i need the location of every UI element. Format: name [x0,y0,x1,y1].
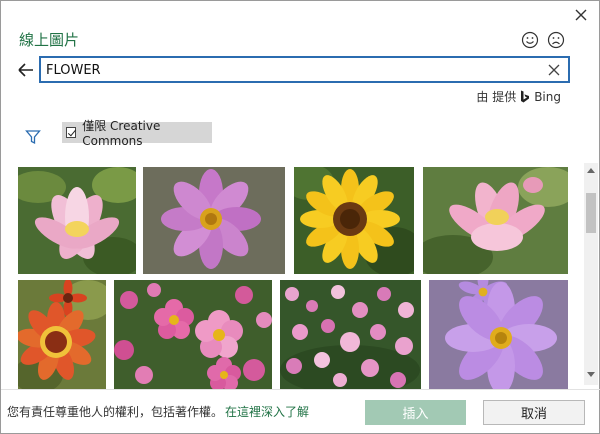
close-button[interactable] [569,4,593,26]
results-scrollbar[interactable] [584,163,598,385]
arrow-left-icon[interactable] [15,59,37,81]
creative-commons-label: 僅限 Creative Commons [82,119,161,148]
provider-prefix: 由 提供 [476,90,517,104]
frown-icon[interactable] [547,31,565,49]
result-image-gaillardia[interactable] [18,280,106,389]
search-input[interactable] [46,60,536,80]
result-image-lotus-1[interactable] [18,167,136,274]
learn-more-link[interactable]: 在這裡深入了解 [225,403,309,420]
copyright-notice: 您有責任尊重他人的權利，包括著作權。 [7,405,224,419]
result-image-cosmos-3[interactable] [280,280,421,389]
bing-logo-icon [521,90,530,103]
online-pictures-dialog: 線上圖片 由 提供 Bing 僅限 Creative Commons [0,0,600,434]
dialog-title: 線上圖片 [19,31,80,49]
footer-divider [1,389,600,390]
result-image-sunflower[interactable] [294,167,414,274]
filter-icon[interactable] [25,129,41,145]
scroll-up-icon[interactable] [587,168,595,173]
smile-icon[interactable] [521,31,539,49]
insert-button[interactable]: 插入 [365,400,466,425]
scroll-down-icon[interactable] [587,372,595,377]
cancel-button[interactable]: 取消 [483,400,585,425]
image-results-grid [13,163,583,389]
creative-commons-checkbox[interactable] [66,127,77,138]
result-image-cosmos-1[interactable] [143,167,285,274]
provider-brand: Bing [534,89,561,104]
creative-commons-filter[interactable]: 僅限 Creative Commons [62,119,212,148]
result-image-cosmos-4[interactable] [429,280,568,389]
scroll-thumb[interactable] [586,193,596,233]
close-icon [575,9,587,21]
search-box [39,56,570,83]
result-image-lotus-2[interactable] [423,167,568,274]
provider-attribution: 由 提供 Bing [476,88,561,105]
clear-search-icon[interactable] [545,61,563,79]
result-image-cosmos-2[interactable] [114,280,272,389]
